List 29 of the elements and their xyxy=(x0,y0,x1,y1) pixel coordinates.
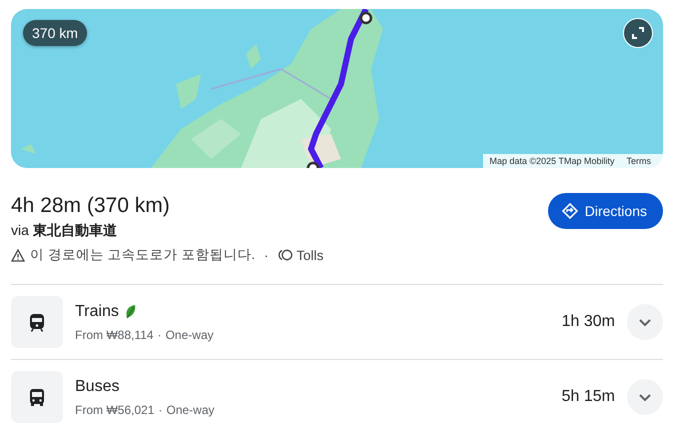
directions-button[interactable]: Directions xyxy=(548,193,663,229)
toll-icon xyxy=(278,249,293,261)
expand-button[interactable] xyxy=(627,304,663,340)
expand-button[interactable] xyxy=(627,379,663,415)
leaf-icon xyxy=(124,304,137,319)
train-icon xyxy=(29,312,45,332)
warning-text: 이 경로에는 고속도로가 포함됩니다. xyxy=(30,246,256,264)
option-price: From ₩88,114 xyxy=(75,328,154,342)
warning-icon xyxy=(11,248,25,262)
option-duration: 1h 30m xyxy=(562,313,615,331)
option-title: Trains xyxy=(75,302,119,320)
separator-dot: · xyxy=(264,248,269,262)
separator-dot: · xyxy=(157,328,162,342)
terms-link[interactable]: Terms xyxy=(626,156,651,166)
chevron-down-icon xyxy=(638,318,652,326)
directions-icon xyxy=(562,203,578,219)
route-duration: 4h 28m (370 km) xyxy=(11,194,171,218)
route-via: via 東北自動車道 xyxy=(11,222,118,240)
separator-dot: · xyxy=(158,402,162,416)
tolls-label: Tolls xyxy=(296,248,324,262)
trip-type: One-way xyxy=(165,328,214,342)
trip-type: One-way xyxy=(166,402,214,416)
map-attribution: Map data ©2025 TMap Mobility xyxy=(489,156,614,166)
option-title: Buses xyxy=(75,378,120,396)
distance-badge: 370 km xyxy=(23,20,87,46)
option-duration: 5h 15m xyxy=(562,388,615,406)
chevron-down-icon xyxy=(638,392,652,402)
bus-icon xyxy=(29,388,45,406)
option-price: From ₩56,021 xyxy=(75,402,154,416)
